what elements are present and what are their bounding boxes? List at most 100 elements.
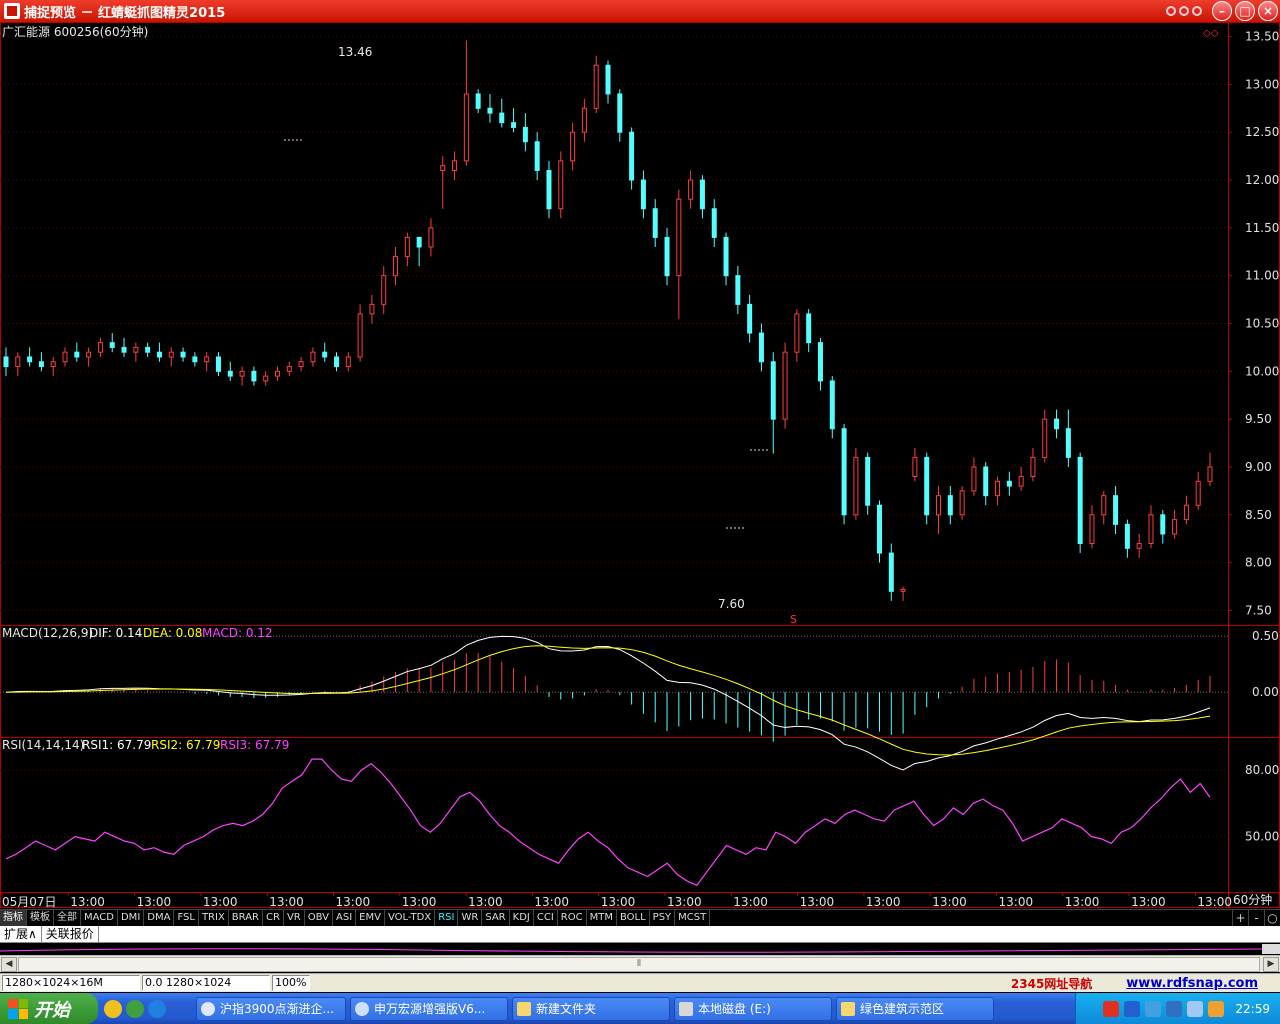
quicklaunch-icon-1[interactable] — [104, 999, 122, 1018]
minimize-button[interactable]: – — [1212, 1, 1232, 21]
indicator-tab-wr[interactable]: WR — [458, 910, 483, 926]
candle-body — [97, 342, 103, 353]
rsi-panel: 80.00 50.00 — [0, 758, 1279, 887]
task-item-5[interactable]: 绿色建筑示范区 — [836, 996, 994, 1021]
candle-body — [74, 351, 80, 358]
network-icon[interactable] — [1145, 1000, 1162, 1017]
option-button[interactable]: ○ — [1264, 910, 1280, 926]
indicator-tab-trix[interactable]: TRIX — [199, 910, 229, 926]
candle-body — [86, 351, 92, 358]
keyboard-icon[interactable] — [1124, 1000, 1141, 1017]
indicator-tab-rsi[interactable]: RSI — [435, 910, 459, 926]
expand-tab[interactable]: 扩展∧ — [0, 925, 42, 943]
indicator-tab-emv[interactable]: EMV — [356, 910, 385, 926]
candle-body — [298, 361, 304, 368]
indicator-tab-模板[interactable]: 模板 — [27, 910, 54, 926]
y-tick-label: 8.00 — [1245, 556, 1272, 570]
scroll-thumb[interactable]: ⦀ — [18, 957, 1260, 972]
candle-body — [428, 227, 434, 248]
clock: 22:59 — [1235, 1001, 1270, 1016]
candle-body — [817, 342, 823, 382]
indicator-tab-obv[interactable]: OBV — [305, 910, 333, 926]
candle-body — [1195, 480, 1201, 506]
strip-toggle-button[interactable] — [1262, 944, 1280, 954]
indicator-tab-cci[interactable]: CCI — [534, 910, 558, 926]
indicator-tab-brar[interactable]: BRAR — [229, 910, 263, 926]
close-button[interactable]: × — [1258, 1, 1278, 21]
candlestick-series — [3, 40, 1213, 601]
sogou-icon[interactable] — [1103, 1000, 1120, 1017]
candle-body — [369, 303, 375, 315]
app-icon — [4, 3, 20, 19]
indicator-tab-roc[interactable]: ROC — [558, 910, 587, 926]
y-tick-label: 8.50 — [1245, 508, 1272, 522]
period-label[interactable]: 60分钟 — [1233, 892, 1272, 907]
windows-flag-icon — [8, 998, 28, 1019]
candle-body — [841, 428, 847, 516]
task-item-4[interactable]: 本地磁盘 (E:) — [674, 996, 832, 1021]
drive-icon — [679, 1001, 693, 1016]
candle-body — [865, 456, 871, 506]
candle-body — [1113, 495, 1119, 525]
title-bar[interactable]: 捕捉预览 － 红蜻蜓抓图精灵2015 – □ × — [0, 0, 1280, 22]
candle-body — [286, 366, 292, 372]
candle-body — [215, 356, 221, 372]
candle-body — [156, 351, 162, 358]
x-tick-label: 13:00 — [866, 895, 901, 908]
indicator-tab-mtm[interactable]: MTM — [587, 910, 617, 926]
quicklaunch-icon-2[interactable] — [126, 999, 144, 1018]
quicklaunch-icon-3[interactable] — [148, 999, 166, 1018]
candle-body — [1124, 523, 1130, 549]
stock-chart[interactable]: 13.50 13.00 12.50 12.00 11.50 11.00 10.50 10.00… — [0, 22, 1280, 908]
browser-icon — [355, 1001, 369, 1016]
candle-body — [310, 351, 316, 363]
nav-link[interactable]: 2345网址导航 — [1011, 975, 1092, 992]
status-zoom: 100% — [272, 975, 310, 991]
x-tick-label: 13:00 — [667, 895, 702, 908]
volume-icon[interactable] — [1187, 1000, 1204, 1017]
candle-body — [393, 256, 399, 277]
candle-body — [475, 93, 481, 109]
zoom-out-button[interactable]: - — [1248, 910, 1264, 926]
diamond-icon[interactable]: ◇◇ — [1203, 28, 1219, 39]
y-tick-label: 13.50 — [1245, 30, 1279, 44]
usb-icon[interactable] — [1208, 1000, 1225, 1017]
task-item-2[interactable]: 申万宏源增强版V6... — [350, 996, 508, 1021]
indicator-tab-vr[interactable]: VR — [284, 910, 305, 926]
taskbar: 开始 沪指3900点渐进企... 申万宏源增强版V6... 新建文件夹 本地磁盘… — [0, 993, 1280, 1024]
preview-strip — [0, 944, 1262, 954]
indicator-tab-dma[interactable]: DMA — [144, 910, 175, 926]
shield-icon[interactable] — [1166, 1000, 1183, 1017]
indicator-tab-vol-tdx[interactable]: VOL-TDX — [385, 910, 436, 926]
indicator-tab-sar[interactable]: SAR — [482, 910, 510, 926]
indicator-tab-asi[interactable]: ASI — [333, 910, 357, 926]
task-item-3[interactable]: 新建文件夹 — [512, 996, 670, 1021]
horizontal-scrollbar[interactable]: ◀ ⦀ ▶ — [0, 955, 1280, 972]
task-item-1[interactable]: 沪指3900点渐进企... — [196, 996, 346, 1021]
candle-body — [688, 179, 694, 200]
indicator-tab-boll[interactable]: BOLL — [617, 910, 650, 926]
zoom-in-button[interactable]: + — [1232, 910, 1248, 926]
maximize-button[interactable]: □ — [1235, 1, 1255, 21]
status-size: 1280×1024×16M — [2, 975, 140, 991]
indicator-tab-指标[interactable]: 指标 — [0, 910, 27, 926]
indicator-tab-macd[interactable]: MACD — [81, 910, 118, 926]
indicator-tab-psy[interactable]: PSY — [650, 910, 676, 926]
indicator-tab-cr[interactable]: CR — [263, 910, 284, 926]
candle-body — [274, 370, 280, 377]
start-button[interactable]: 开始 — [0, 993, 98, 1024]
scroll-right-button[interactable]: ▶ — [1263, 957, 1279, 972]
website-link[interactable]: www.rdfsnap.com — [1126, 976, 1258, 991]
related-quote-tab[interactable]: 关联报价 — [42, 925, 99, 943]
candle-body — [1030, 456, 1036, 478]
candle-body — [806, 313, 812, 344]
indicator-tab-mcst[interactable]: MCST — [675, 910, 711, 926]
x-tick-label: 13:00 — [800, 895, 835, 908]
indicator-tab-fsl[interactable]: FSL — [174, 910, 199, 926]
candle-body — [1018, 476, 1024, 487]
indicator-tab-kdj[interactable]: KDJ — [510, 910, 534, 926]
indicator-tab-dmi[interactable]: DMI — [118, 910, 145, 926]
candle-body — [1077, 456, 1083, 544]
scroll-left-button[interactable]: ◀ — [1, 957, 17, 972]
indicator-tab-全部[interactable]: 全部 — [54, 910, 81, 926]
